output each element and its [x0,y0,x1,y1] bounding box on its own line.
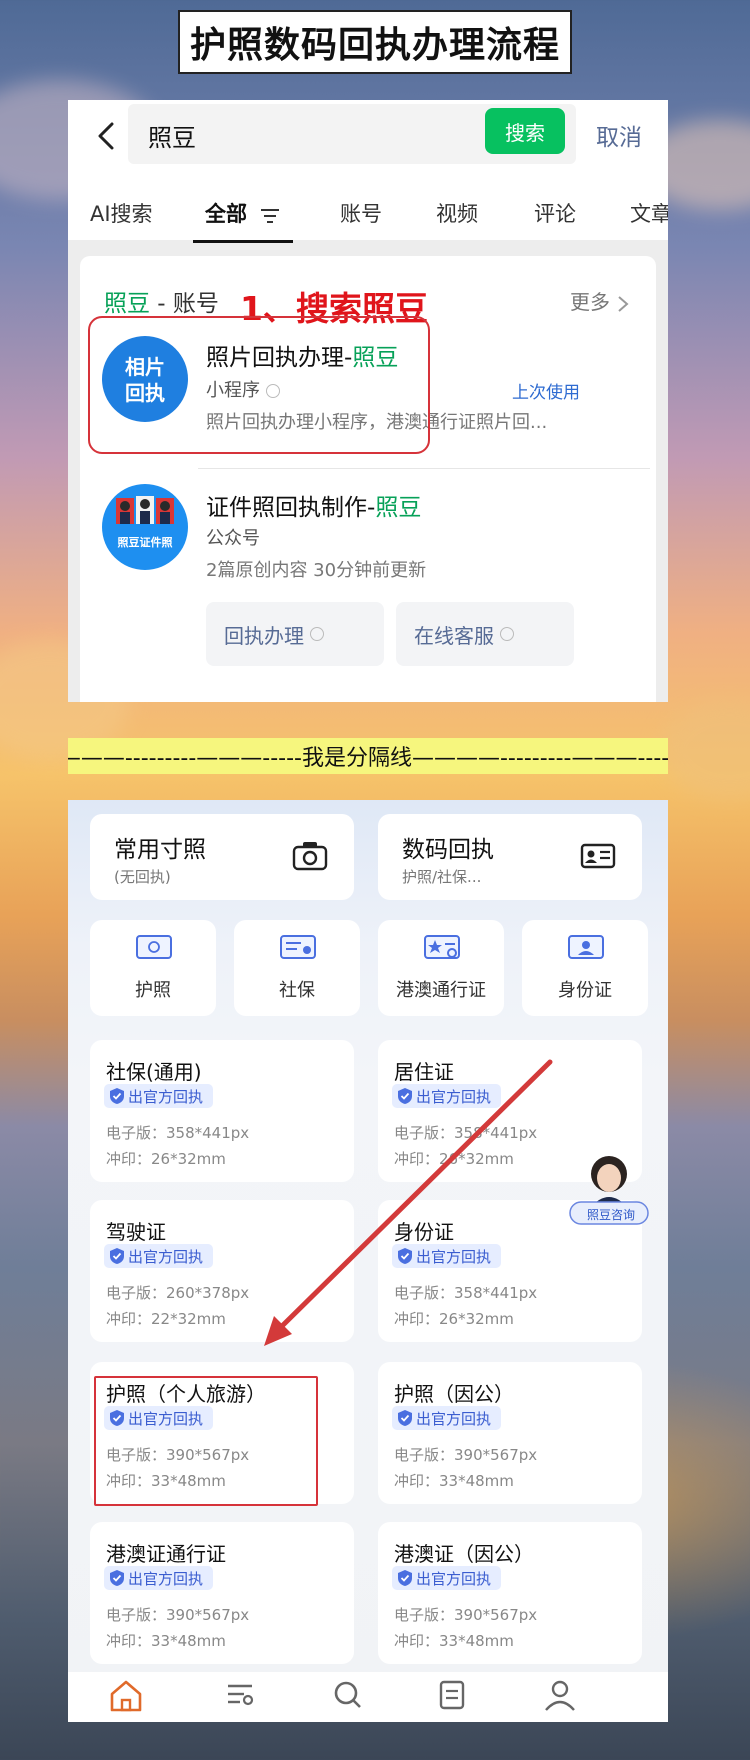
account-results-card: 照豆 - 账号 1、搜索照豆 更多 相片 回执 照片回执办理-照豆 小程序 上次… [80,256,656,702]
item-meta: 2篇原创内容 30分钟前更新 [206,560,427,581]
wechat-search-screenshot: 照豆 搜索 取消 AI搜索 全部 账号 视频 评论 文章 照豆 - 账号 1、搜… [68,100,668,702]
button-label: 在线客服 [414,623,494,648]
button-label: 回执办理 [224,623,304,648]
card-header: 照豆 - 账号 [104,284,219,318]
back-arrow-icon[interactable] [88,116,128,156]
last-used-badge: 上次使用 [512,383,580,403]
receipt-handling-button[interactable]: 回执办理 [206,602,384,666]
tab-accounts[interactable]: 账号 [340,198,382,228]
more-label: 更多 [570,290,610,314]
advisor-label: 照豆咨询 [586,1208,635,1222]
item-type: 公众号 [206,528,260,549]
miniprogram-screenshot: 常用寸照 (无回执) 数码回执 护照/社保... 护照 社保 港澳通行证 身份证… [68,800,668,1722]
tab-articles[interactable]: 文章 [630,198,668,228]
bottom-nav [68,1672,668,1722]
arrow-annotation-icon [264,1059,553,1346]
cancel-button[interactable]: 取消 [596,118,642,152]
online-service-button[interactable]: 在线客服 [396,602,574,666]
section-divider: ———---------———-----我是分隔线————---------——… [68,738,668,774]
orders-icon[interactable] [434,1678,470,1712]
header-label: - 账号 [150,291,219,317]
search-button[interactable]: 搜索 [485,108,565,154]
advisor-widget[interactable]: 照豆咨询 [568,1148,650,1230]
official-account-logo: 照豆证件照 [102,484,188,570]
more-link[interactable]: 更多 [570,286,630,315]
search-tabs: AI搜索 全部 账号 视频 评论 文章 [68,192,668,238]
svg-text:照豆证件照: 照豆证件照 [118,535,173,549]
active-tab-indicator [193,240,293,243]
link-icon [310,627,324,641]
link-icon [500,627,514,641]
filter-icon[interactable] [260,208,280,224]
page-title-box: 护照数码回执办理流程 [178,10,572,74]
highlight-box [88,316,430,454]
item-title: 证件照回执制作-照豆 [206,495,422,521]
search-header: 照豆 搜索 取消 AI搜索 全部 账号 视频 评论 文章 [68,100,668,243]
chevron-right-icon [618,295,629,312]
tab-comments[interactable]: 评论 [534,198,576,228]
home-icon[interactable] [108,1678,144,1712]
page-title: 护照数码回执办理流程 [189,25,560,66]
id-photo-logo-icon: 照豆证件照 [116,496,174,549]
search-query: 照豆 [148,124,196,152]
header-brand: 照豆 [104,291,150,317]
category-icon[interactable] [222,1678,258,1712]
tab-all[interactable]: 全部 [205,198,247,228]
tab-videos[interactable]: 视频 [436,198,478,228]
profile-icon[interactable] [542,1678,578,1712]
divider [198,468,650,469]
tab-ai-search[interactable]: AI搜索 [90,198,153,228]
search-icon[interactable] [330,1678,366,1712]
